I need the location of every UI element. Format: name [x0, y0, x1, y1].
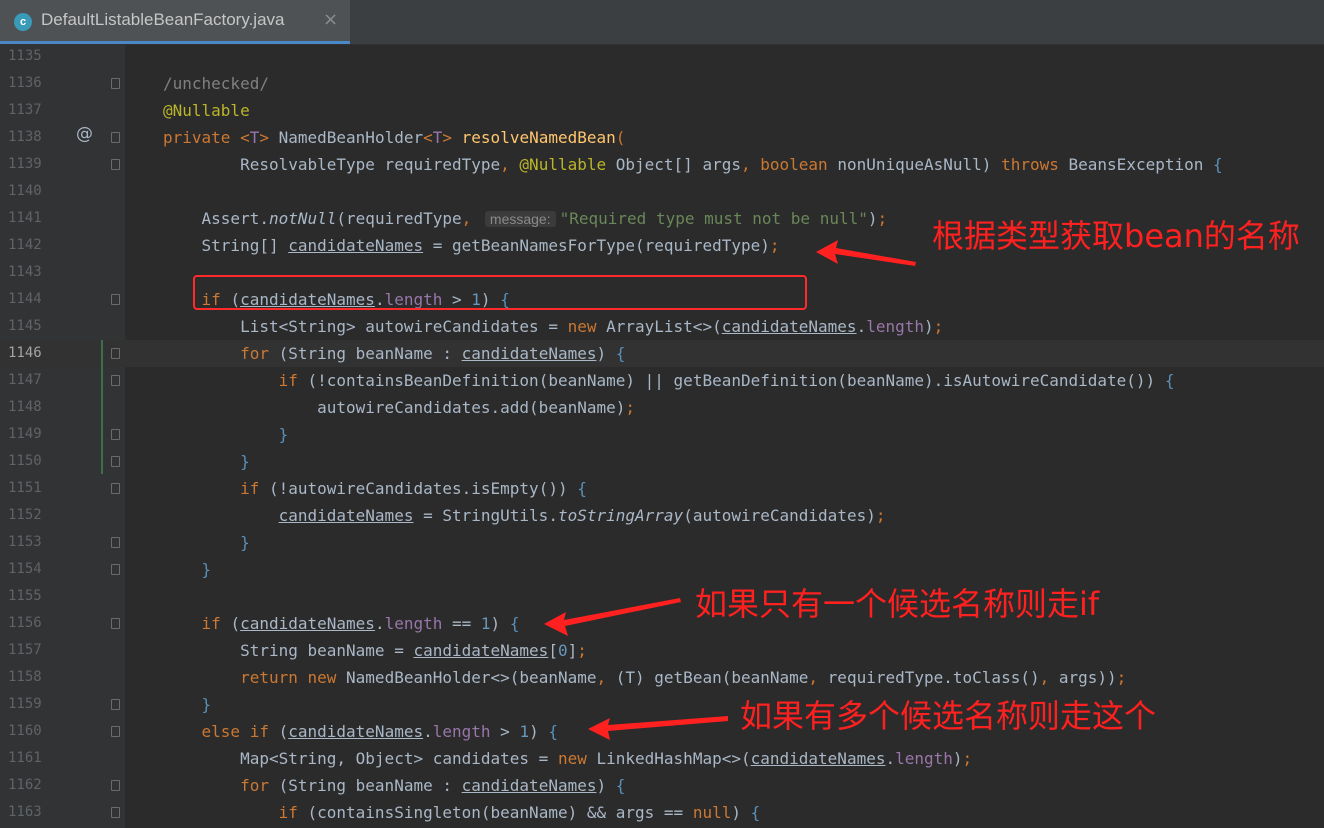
- arrow-2: [544, 598, 681, 636]
- callout-get-bean-names: 根据类型获取bean的名称: [932, 217, 1300, 255]
- callout-single-candidate: 如果只有一个候选名称则走if: [695, 585, 1100, 623]
- arrow-1: [816, 240, 916, 266]
- callout-multiple-candidates: 如果有多个候选名称则走这个: [740, 697, 1157, 735]
- arrow-3: [588, 716, 728, 740]
